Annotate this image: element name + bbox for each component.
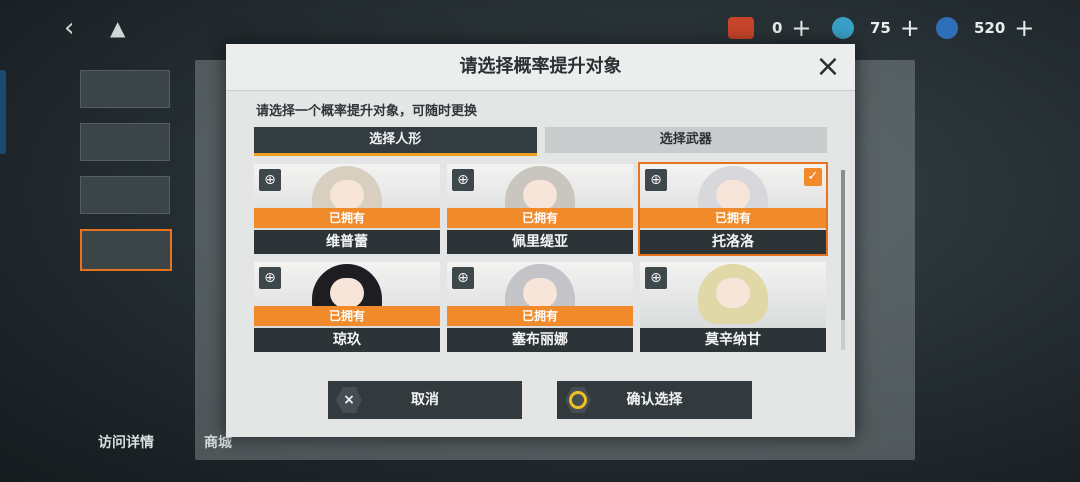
resource-value: 0: [772, 19, 783, 37]
character-name: 莫辛纳甘: [640, 328, 826, 352]
owned-badge: 已拥有: [254, 208, 440, 228]
checkbox-checked-icon[interactable]: ✓: [804, 168, 822, 186]
coin-icon: [936, 17, 958, 39]
add-core-button[interactable]: +: [899, 14, 921, 42]
owned-badge: 已拥有: [640, 208, 826, 228]
tab-weapon[interactable]: 选择武器: [544, 127, 827, 153]
face-shape: [330, 278, 364, 308]
character-card[interactable]: ⊕ 莫辛纳甘: [640, 262, 826, 352]
banner-thumb[interactable]: [80, 70, 170, 108]
resource-core: 75 +: [832, 14, 921, 42]
face-shape: [330, 180, 364, 210]
zoom-icon[interactable]: ⊕: [259, 169, 281, 191]
add-coin-button[interactable]: +: [1013, 14, 1035, 42]
zoom-icon[interactable]: ⊕: [645, 267, 667, 289]
zoom-icon[interactable]: ⊕: [259, 267, 281, 289]
zoom-icon[interactable]: ⊕: [452, 169, 474, 191]
banner-thumb-selected[interactable]: [80, 229, 172, 271]
owned-badge: 已拥有: [254, 306, 440, 326]
character-name: 塞布丽娜: [447, 328, 633, 352]
visit-details-button[interactable]: 访问详情: [98, 432, 154, 452]
banner-thumb[interactable]: [80, 176, 170, 214]
resource-coin: 520 +: [936, 14, 1035, 42]
resource-value: 75: [870, 19, 891, 37]
scrollbar-thumb[interactable]: [841, 170, 845, 320]
scrollbar[interactable]: [841, 170, 845, 350]
close-icon[interactable]: ×: [815, 52, 841, 82]
character-card[interactable]: ⊕ 已拥有 琼玖: [254, 262, 440, 352]
banner-list: [80, 70, 172, 286]
character-grid: ⊕ 已拥有 维普蕾 ⊕ 已拥有 佩里缇亚 ⊕ ✓ 已拥有 托洛洛 ⊕ 已拥有 琼…: [254, 164, 845, 354]
resource-ticket: 0 +: [728, 14, 812, 42]
character-name: 琼玖: [254, 328, 440, 352]
face-shape: [716, 180, 750, 210]
character-name: 佩里缇亚: [447, 230, 633, 254]
banner-thumb[interactable]: [80, 123, 170, 161]
add-ticket-button[interactable]: +: [790, 14, 812, 42]
character-card[interactable]: ⊕ 已拥有 塞布丽娜: [447, 262, 633, 352]
rate-up-dialog: 请选择概率提升对象 × 请选择一个概率提升对象，可随时更换 选择人形 选择武器 …: [226, 44, 855, 437]
character-card[interactable]: ⊕ 已拥有 佩里缇亚: [447, 164, 633, 254]
tab-character[interactable]: 选择人形: [254, 127, 537, 156]
face-shape: [716, 278, 750, 308]
character-portrait: [640, 262, 826, 328]
cancel-button[interactable]: 取消 ×: [328, 381, 522, 419]
tab-bar: 选择人形 选择武器: [254, 127, 827, 156]
logo-icon: ▲: [110, 16, 126, 40]
face-shape: [523, 278, 557, 308]
character-card[interactable]: ⊕ 已拥有 维普蕾: [254, 164, 440, 254]
chevron-left-icon[interactable]: ‹: [64, 14, 84, 42]
character-name: 维普蕾: [254, 230, 440, 254]
owned-badge: 已拥有: [447, 208, 633, 228]
dialog-subtitle: 请选择一个概率提升对象，可随时更换: [256, 104, 478, 119]
zoom-icon[interactable]: ⊕: [645, 169, 667, 191]
zoom-icon[interactable]: ⊕: [452, 267, 474, 289]
resource-value: 520: [974, 19, 1006, 37]
dialog-header: 请选择概率提升对象 ×: [226, 44, 855, 91]
ticket-icon: [728, 17, 754, 39]
dialog-title: 请选择概率提升对象: [459, 56, 622, 77]
side-tab[interactable]: [0, 70, 6, 154]
character-card-selected[interactable]: ⊕ ✓ 已拥有 托洛洛: [640, 164, 826, 254]
character-name: 托洛洛: [640, 230, 826, 254]
confirm-button[interactable]: 确认选择: [557, 381, 752, 419]
core-icon: [832, 17, 854, 39]
face-shape: [523, 180, 557, 210]
owned-badge: 已拥有: [447, 306, 633, 326]
